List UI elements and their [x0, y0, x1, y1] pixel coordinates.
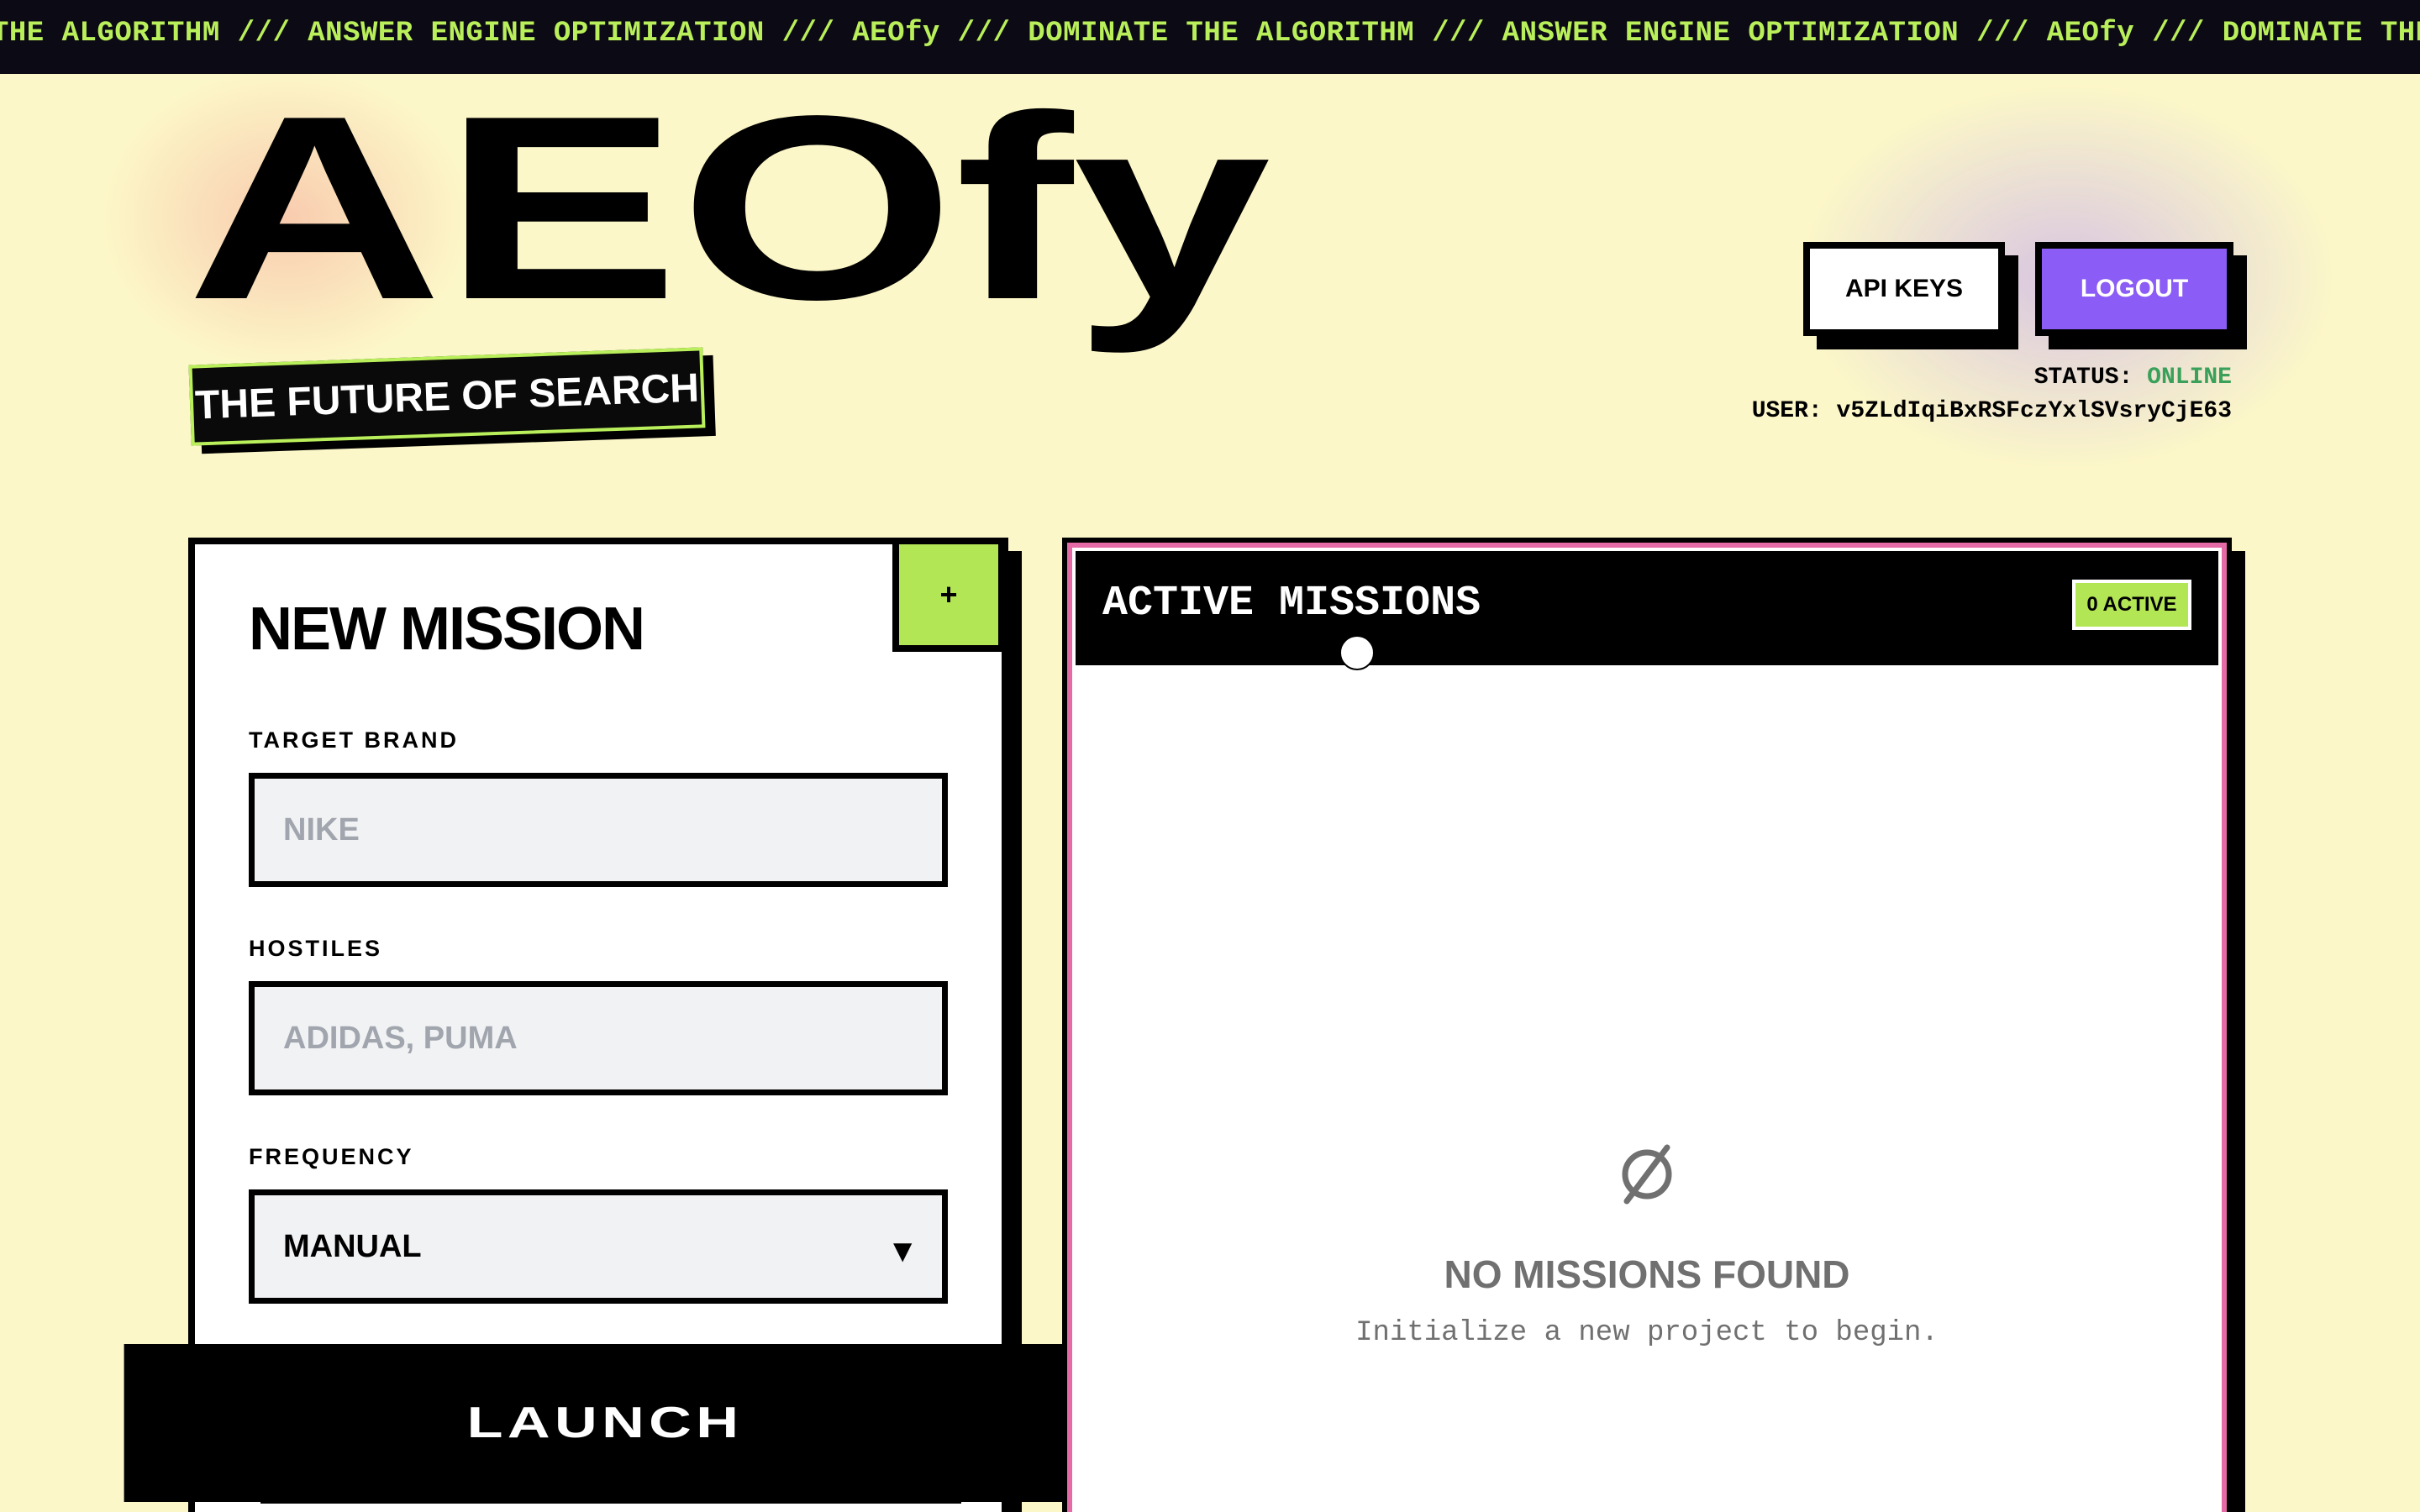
- empty-set-icon: [1622, 1144, 1672, 1205]
- hostiles-placeholder: ADIDAS, PUMA: [283, 1020, 518, 1056]
- user-label: USER:: [1751, 398, 1823, 424]
- chevron-down-icon: ▼: [886, 1234, 918, 1269]
- active-missions-title: ACTIVE MISSIONS: [1102, 580, 1481, 627]
- status-value: ONLINE: [2147, 365, 2232, 391]
- launch-button-label: LAUNCH: [124, 1344, 1086, 1502]
- active-missions-pink-frame: [1067, 543, 2227, 1512]
- plus-icon: +: [939, 577, 958, 612]
- hostiles-label: HOSTILES: [249, 936, 383, 961]
- empty-state-subtitle: Initialize a new project to begin.: [1355, 1317, 1939, 1349]
- frequency-select[interactable]: MANUAL ▼: [249, 1189, 948, 1304]
- cursor-dot: [1339, 635, 1375, 670]
- empty-state-title: NO MISSIONS FOUND: [1444, 1252, 1850, 1296]
- marquee-ticker: THE ALGORITHM /// ANSWER ENGINE OPTIMIZA…: [0, 0, 2420, 74]
- new-mission-title: NEW MISSION: [249, 596, 645, 663]
- logout-button[interactable]: LOGOUT: [2035, 242, 2233, 336]
- api-keys-button[interactable]: API KEYS: [1803, 242, 2005, 336]
- ticker-text: THE ALGORITHM /// ANSWER ENGINE OPTIMIZA…: [0, 18, 2420, 50]
- aeofy-logo: AEOfy: [187, 99, 1273, 355]
- frequency-label: FREQUENCY: [249, 1144, 414, 1169]
- logo-text: AEOfy: [187, 99, 1273, 355]
- tagline-sticker: THE FUTURE OF SEARCH: [188, 347, 716, 454]
- user-id: v5ZLdIqiBxRSFczYxlSVsryCjE63: [1836, 398, 2232, 424]
- hostiles-input[interactable]: ADIDAS, PUMA: [249, 981, 948, 1095]
- active-count-badge: 0 ACTIVE: [2072, 580, 2191, 630]
- status-line: STATUS: ONLINE: [2034, 365, 2232, 391]
- status-label: STATUS:: [2033, 365, 2133, 391]
- target-brand-label: TARGET BRAND: [249, 727, 459, 753]
- target-brand-input[interactable]: NIKE: [249, 773, 948, 887]
- target-brand-placeholder: NIKE: [283, 811, 360, 848]
- add-mission-button[interactable]: +: [892, 538, 1005, 652]
- frequency-value: MANUAL: [283, 1228, 422, 1264]
- user-line: USER: v5ZLdIqiBxRSFczYxlSVsryCjE63: [1752, 398, 2232, 424]
